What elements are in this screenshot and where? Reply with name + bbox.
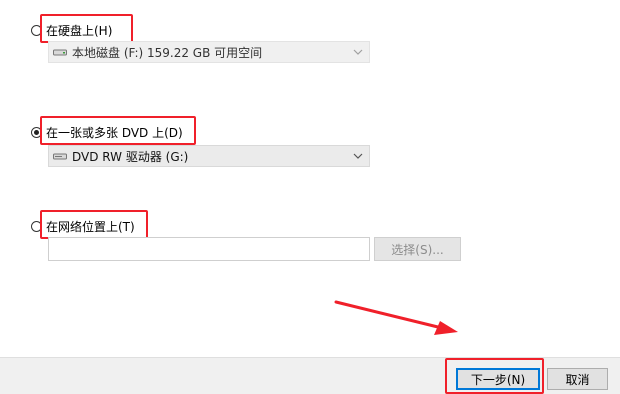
network-path-input[interactable] [48, 237, 370, 261]
browse-button[interactable]: 选择(S)... [374, 237, 461, 261]
cancel-button[interactable]: 取消 [547, 368, 608, 390]
dvd-drive-value: DVD RW 驱动器 (G:) [72, 149, 189, 164]
hard-disk-drive-select: 本地磁盘 (F:) 159.22 GB 可用空间 [48, 41, 370, 63]
annotation-box-network [40, 210, 148, 239]
chevron-down-icon [353, 49, 363, 55]
annotation-arrow [334, 300, 458, 335]
dvd-drive-select[interactable]: DVD RW 驱动器 (G:) [48, 145, 370, 167]
chevron-down-icon [353, 153, 363, 159]
dvd-drive-icon [53, 153, 67, 160]
hard-disk-drive-value: 本地磁盘 (F:) 159.22 GB 可用空间 [72, 45, 263, 60]
annotation-box-next [445, 358, 544, 394]
backup-destination-dialog: 在硬盘上(H) 本地磁盘 (F:) 159.22 GB 可用空间 在一张或多张 … [0, 0, 620, 394]
annotation-box-hard-disk [40, 14, 133, 43]
annotation-box-dvd [40, 116, 196, 145]
hard-drive-icon [53, 49, 67, 56]
